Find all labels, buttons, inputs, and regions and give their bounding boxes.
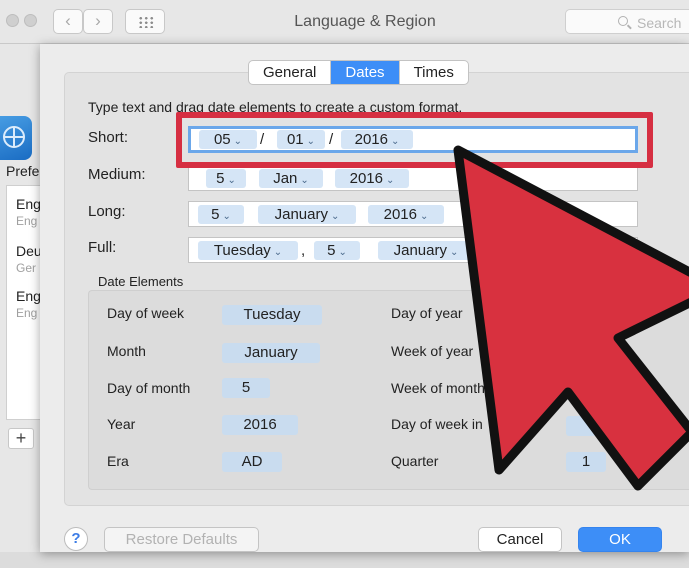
de-label-quarter: Quarter <box>391 453 439 469</box>
de-token-day-of-week-in-month[interactable] <box>566 416 596 436</box>
search-icon <box>618 16 628 26</box>
token-text: Tuesday <box>213 242 271 259</box>
medium-format-field[interactable]: 5 ⌄ Jan ⌄ 2016 ⌄ <box>188 165 638 191</box>
long-format-field[interactable]: 5 ⌄ January ⌄ 2016 ⌄ <box>188 201 638 227</box>
globe-icon <box>3 126 25 148</box>
full-month-token[interactable]: January ⌄ <box>378 241 474 260</box>
full-day-token[interactable]: 5 ⌄ <box>314 241 360 260</box>
long-year-token[interactable]: 2016 ⌄ <box>368 205 444 224</box>
de-label-day-of-week-in-month: Day of week in <box>391 416 483 432</box>
de-label-day-of-year: Day of year <box>391 305 463 321</box>
language-list[interactable]: Eng Eng Deu Ger Eng Eng <box>6 185 40 420</box>
full-format-field[interactable]: Tuesday ⌄ , 5 ⌄ January ⌄ <box>188 237 638 263</box>
tab-general[interactable]: General <box>249 61 332 84</box>
forward-button[interactable]: › <box>83 9 113 34</box>
preferred-languages-label: Prefe <box>6 163 40 179</box>
date-elements-title: Date Elements <box>98 274 184 289</box>
chevron-down-icon: ⌄ <box>273 247 283 258</box>
de-label-era: Era <box>107 453 129 469</box>
token-text: 2016 <box>349 170 383 187</box>
de-label-year: Year <box>107 416 136 432</box>
background-pane: Prefe Eng Eng Deu Ger Eng Eng + <box>0 44 40 568</box>
token-text: Jan <box>273 170 298 187</box>
help-button[interactable]: ? <box>64 527 88 551</box>
token-text: 5 <box>327 242 336 259</box>
de-token-quarter[interactable]: 1 <box>566 452 606 472</box>
short-format-highlight <box>176 112 653 168</box>
de-token-era[interactable]: AD <box>222 452 282 472</box>
long-label: Long: <box>88 203 126 220</box>
full-label: Full: <box>88 239 117 256</box>
token-text: January <box>393 242 447 259</box>
back-button[interactable]: ‹ <box>53 9 83 34</box>
de-label-week-of-year: Week of year <box>391 343 474 359</box>
token-text: January <box>274 206 328 223</box>
de-token-year[interactable]: 2016 <box>222 415 298 435</box>
window-bottom-edge <box>0 552 689 568</box>
search-field[interactable]: Search <box>565 9 689 34</box>
chevron-down-icon: ⌄ <box>330 211 340 222</box>
de-label-day-of-month: Day of month <box>107 380 191 396</box>
token-text: 5 <box>211 206 220 223</box>
chevron-down-icon: ⌄ <box>300 175 309 186</box>
grid-icon <box>138 16 154 28</box>
token-text: 5 <box>216 170 225 187</box>
window-title: Language & Region <box>294 13 436 30</box>
long-day-token[interactable]: 5 ⌄ <box>198 205 244 224</box>
window-minimize-dot[interactable] <box>6 14 19 27</box>
tab-dates[interactable]: Dates <box>331 61 400 84</box>
chevron-down-icon: ⌄ <box>419 211 429 222</box>
medium-year-token[interactable]: 2016 ⌄ <box>335 169 409 188</box>
short-label: Short: <box>88 129 129 146</box>
de-label-month: Month <box>107 343 146 359</box>
medium-label: Medium: <box>88 166 146 183</box>
language-region-icon <box>0 116 32 160</box>
language-sub: Ger <box>16 261 37 275</box>
restore-defaults-button[interactable]: Restore Defaults <box>104 527 259 552</box>
show-all-button[interactable] <box>125 9 165 34</box>
cancel-button[interactable]: Cancel <box>478 527 562 552</box>
window-titlebar: ‹ › Language & Region Search <box>0 0 689 44</box>
de-token-day-of-week[interactable]: Tuesday <box>222 305 322 325</box>
chevron-down-icon: ⌄ <box>222 211 231 222</box>
language-sub: Eng <box>16 214 38 228</box>
language-sub: Eng <box>16 306 38 320</box>
window-zoom-dot[interactable] <box>24 14 37 27</box>
chevron-down-icon: ⌄ <box>227 175 236 186</box>
chevron-down-icon: ⌄ <box>338 247 347 258</box>
long-month-token[interactable]: January ⌄ <box>258 205 356 224</box>
medium-month-token[interactable]: Jan ⌄ <box>259 169 323 188</box>
token-text: 2016 <box>383 206 417 223</box>
tab-bar: General Dates Times <box>248 60 469 85</box>
ok-button[interactable]: OK <box>578 527 662 552</box>
language-name: Eng <box>16 196 40 212</box>
full-weekday-token[interactable]: Tuesday ⌄ <box>198 241 298 260</box>
chevron-down-icon: ⌄ <box>449 247 459 258</box>
language-name: Eng <box>16 288 40 304</box>
tab-times[interactable]: Times <box>400 61 468 84</box>
de-label-week-of-month: Week of month <box>391 380 485 396</box>
chevron-down-icon: ⌄ <box>385 175 395 186</box>
de-label-day-of-week: Day of week <box>107 305 185 321</box>
de-token-month[interactable]: January <box>222 343 320 363</box>
language-name: Deu <box>16 243 40 259</box>
add-language-button[interactable]: + <box>8 428 34 449</box>
medium-day-token[interactable]: 5 ⌄ <box>206 169 246 188</box>
search-placeholder: Search <box>637 15 682 31</box>
de-token-day-of-month[interactable]: 5 <box>222 378 270 398</box>
full-comma: , <box>301 242 306 259</box>
